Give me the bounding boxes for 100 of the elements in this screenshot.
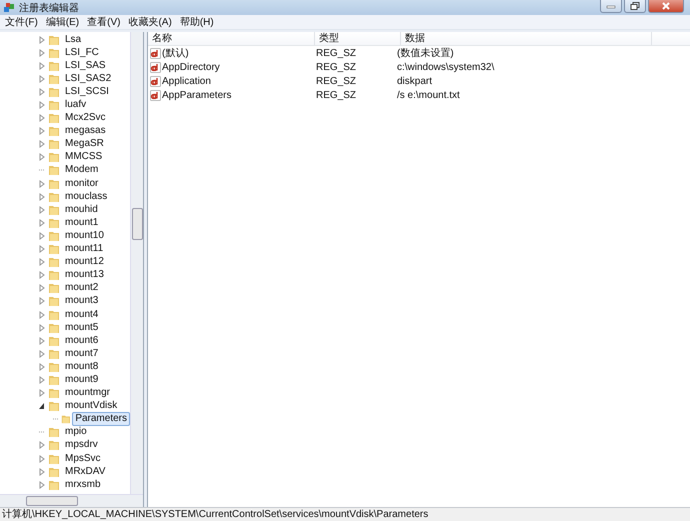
expand-icon[interactable] [39, 140, 47, 148]
tree-item[interactable]: MRxDAV [62, 464, 108, 479]
folder-icon [48, 322, 60, 334]
tree-item[interactable]: mrxsmb [62, 478, 104, 492]
folder-icon [48, 60, 60, 72]
scrollbar[interactable] [130, 32, 143, 494]
tree-item[interactable]: mpio [62, 425, 90, 440]
tree-item[interactable]: MegaSR [62, 137, 107, 152]
tree-item[interactable]: MMCSS [62, 150, 106, 164]
folder-icon [48, 178, 60, 190]
tree-item[interactable]: mount12 [62, 255, 107, 270]
tree-item[interactable]: mountmgr [62, 386, 114, 400]
folder-icon [48, 99, 60, 112]
collapse-icon[interactable] [39, 402, 47, 410]
expand-icon[interactable] [39, 297, 47, 306]
expand-icon[interactable] [39, 258, 47, 266]
folder-icon [48, 426, 60, 438]
menu-item[interactable]: 文件(F) [2, 15, 43, 29]
expand-icon[interactable] [39, 218, 47, 227]
tree-item[interactable]: mouclass [62, 190, 110, 204]
expand-icon[interactable] [39, 127, 47, 136]
expand-icon[interactable] [39, 153, 47, 162]
tree-item[interactable]: mount13 [62, 268, 107, 282]
column-header[interactable]: 数据 [401, 32, 652, 45]
folder-icon [48, 164, 60, 176]
tree-item[interactable]: Modem [62, 163, 102, 178]
expand-icon[interactable] [39, 88, 47, 96]
tree-item[interactable]: mount6 [62, 334, 102, 348]
tree-item[interactable]: mountVdisk [62, 399, 120, 414]
expand-icon[interactable] [39, 206, 47, 214]
tree-item[interactable]: mount10 [62, 228, 107, 243]
menu-item[interactable]: 帮助(H) [176, 15, 219, 29]
expand-icon[interactable] [39, 192, 47, 201]
table-cell: AppParameters [162, 90, 232, 100]
tree-item[interactable]: MpsSvc [62, 452, 104, 466]
tree-item[interactable]: mpsdrv [62, 438, 101, 452]
column-header[interactable]: 类型 [315, 32, 401, 45]
tree-item[interactable]: mount1 [62, 216, 102, 230]
expand-icon[interactable] [39, 101, 47, 110]
expand-icon[interactable] [39, 74, 47, 83]
folder-icon [48, 334, 60, 347]
tree-item[interactable]: Lsa [62, 32, 84, 47]
tree-item[interactable]: Mcx2Svc [62, 111, 109, 126]
tree-item[interactable]: LSI_SAS2 [62, 72, 114, 86]
table-cell-text: /s e:\mount.txt [397, 90, 461, 100]
tree-item[interactable]: LSI_FC [62, 46, 102, 60]
table-cell-text: (默认) [162, 47, 189, 60]
expand-icon[interactable] [39, 376, 47, 384]
tree-item[interactable]: LSI_SAS [62, 58, 109, 73]
folder-icon [48, 466, 60, 478]
column-header[interactable]: 名称 [148, 32, 315, 45]
expand-icon[interactable] [39, 362, 47, 371]
expand-icon[interactable] [39, 48, 47, 57]
tree-item[interactable]: mount2 [62, 281, 102, 296]
tree-item[interactable]: mount5 [62, 320, 102, 335]
menu-item[interactable]: 收藏夹(A) [125, 15, 177, 29]
menu-item[interactable]: 编辑(E) [42, 15, 84, 29]
folder-icon [60, 413, 70, 426]
tree-item[interactable]: Parameters [72, 412, 130, 426]
expand-icon[interactable] [39, 441, 47, 450]
expand-icon[interactable] [39, 232, 47, 240]
expand-icon[interactable] [39, 480, 47, 489]
expand-icon[interactable] [39, 245, 47, 254]
expand-icon[interactable] [39, 310, 47, 319]
expand-icon[interactable] [39, 454, 47, 463]
tree-item[interactable]: mount11 [62, 242, 106, 256]
expand-icon[interactable] [39, 350, 47, 358]
tree-item[interactable]: mount7 [62, 346, 102, 361]
expand-icon[interactable] [39, 336, 47, 345]
folder-icon [48, 216, 60, 229]
menu-item[interactable]: 查看(V) [84, 15, 126, 29]
scrollbar[interactable] [0, 494, 143, 507]
expand-icon[interactable] [39, 62, 47, 70]
tree-item[interactable]: mount3 [62, 294, 102, 308]
status-bar: 计算机\HKEY_LOCAL_MACHINE\SYSTEM\CurrentControlSet\services\mountVdisk\Parameters [0, 507, 690, 521]
tree-item[interactable]: megasas [62, 124, 109, 138]
expand-icon[interactable] [39, 389, 47, 398]
folder-icon [48, 230, 60, 242]
table-cell-text: diskpart [397, 76, 434, 86]
folder-icon [48, 439, 60, 452]
restore-button[interactable] [624, 0, 646, 13]
expand-icon[interactable] [39, 36, 47, 44]
tree-item[interactable]: mount8 [62, 360, 102, 374]
string-value-icon [150, 76, 161, 86]
tree-item[interactable]: luafv [62, 98, 90, 112]
expand-icon[interactable] [39, 468, 47, 476]
table-cell: AppDirectory [162, 62, 220, 72]
tree-item[interactable]: mount9 [62, 372, 102, 387]
expand-icon[interactable] [39, 284, 47, 292]
expand-icon[interactable] [39, 324, 47, 332]
folder-icon [48, 46, 60, 59]
close-button[interactable] [648, 0, 684, 13]
tree-item[interactable]: monitor [62, 176, 102, 191]
table-cell-text: c:\windows\system32\ [397, 62, 496, 72]
tree-item[interactable]: mount4 [62, 308, 102, 322]
tree-item[interactable]: mouhid [62, 202, 101, 217]
expand-icon[interactable] [39, 114, 47, 122]
tree-item[interactable]: LSI_SCSI [62, 84, 112, 99]
expand-icon[interactable] [39, 271, 47, 280]
expand-icon[interactable] [39, 180, 47, 188]
